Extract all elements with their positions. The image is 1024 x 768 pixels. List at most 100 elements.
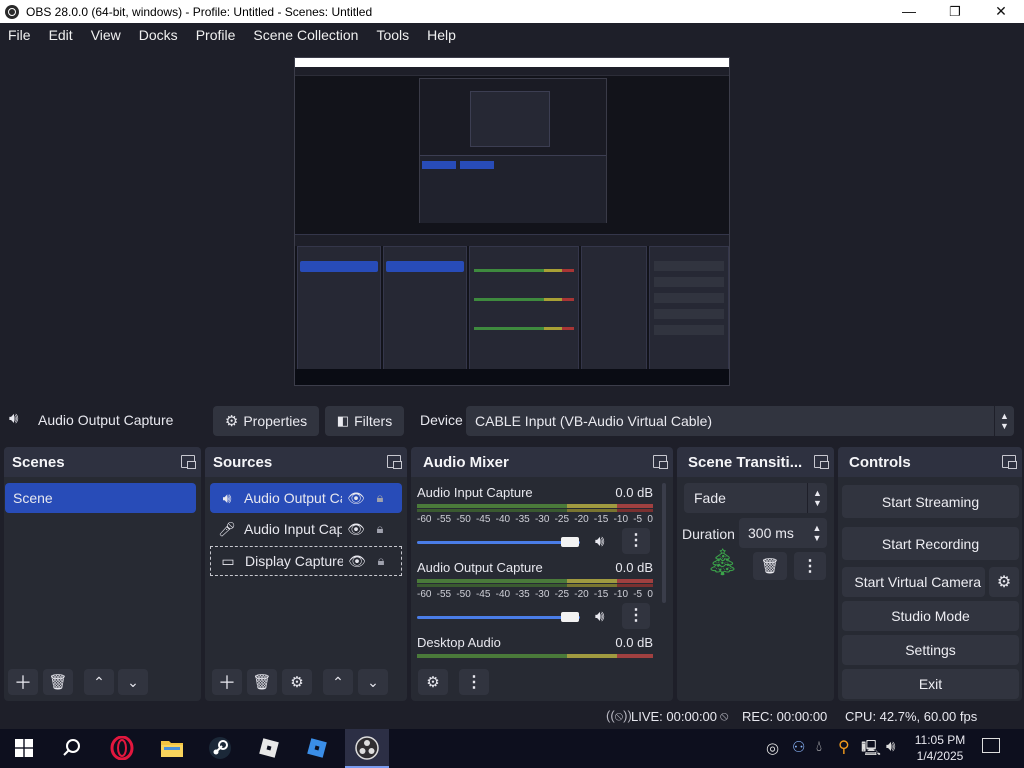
filter-icon: ◧: [336, 413, 350, 428]
minimize-button[interactable]: —: [886, 0, 932, 23]
filters-button[interactable]: ◧ Filters: [325, 406, 404, 436]
selected-source-name: Audio Output Capture: [38, 412, 174, 428]
move-up-icon[interactable]: ⌃: [84, 669, 114, 695]
mixer-settings-button[interactable]: ⚙: [418, 669, 448, 695]
windows-start-icon[interactable]: [9, 733, 39, 763]
mixer-scrollbar[interactable]: [662, 483, 666, 603]
mixer-channel: Desktop Audio 0.0 dB -60-55-50-45-40-35-…: [417, 635, 657, 665]
studio-mode-button[interactable]: Studio Mode: [842, 601, 1019, 631]
maximize-button[interactable]: ❐: [932, 0, 978, 23]
menu-profile[interactable]: Profile: [196, 27, 236, 43]
monitor-icon: ▭: [221, 552, 235, 569]
eye-icon[interactable]: 👁︎: [346, 521, 366, 538]
gear-icon: ⚙: [224, 413, 239, 430]
start-recording-button[interactable]: Start Recording: [842, 527, 1019, 560]
duration-spinbox[interactable]: 300 ms ▲ ▼: [739, 518, 827, 548]
remove-source-button[interactable]: 🗑︎: [247, 669, 277, 695]
add-source-button[interactable]: ＋: [212, 669, 242, 695]
undock-icon[interactable]: [181, 455, 196, 469]
exit-button[interactable]: Exit: [842, 669, 1019, 699]
obs-tray-icon[interactable]: ◎: [766, 739, 779, 757]
obs-taskbar-icon[interactable]: [345, 729, 389, 768]
properties-label: Properties: [243, 413, 308, 429]
speaker-icon[interactable]: 🔊︎: [595, 533, 604, 550]
window-title: OBS 28.0.0 (64-bit, windows) - Profile: …: [26, 4, 373, 19]
lock-icon[interactable]: 🔒︎: [370, 521, 390, 537]
menu-scene-collection[interactable]: Scene Collection: [253, 27, 358, 43]
search-tray-icon[interactable]: ⚲: [838, 737, 850, 757]
source-item-label: Audio Input Cap: [244, 521, 342, 537]
scenes-title: Scenes: [12, 453, 65, 471]
preview-area: [0, 47, 1024, 400]
menu-file[interactable]: File: [8, 27, 31, 43]
source-item-label: Audio Output Ca: [244, 490, 342, 506]
menu-help[interactable]: Help: [427, 27, 456, 43]
source-properties-button[interactable]: ⚙: [282, 669, 312, 695]
menu-docks[interactable]: Docks: [139, 27, 178, 43]
eye-icon[interactable]: 👁︎: [347, 553, 367, 570]
roblox-studio-icon[interactable]: [302, 733, 332, 763]
notification-icon[interactable]: [982, 738, 1000, 753]
settings-button[interactable]: Settings: [842, 635, 1019, 665]
volume-slider-track[interactable]: [417, 541, 580, 544]
steam-icon[interactable]: [205, 733, 235, 763]
preview-canvas[interactable]: [294, 57, 730, 386]
close-button[interactable]: ✕: [978, 0, 1024, 23]
channel-db: 0.0 dB: [615, 635, 653, 650]
volume-icon[interactable]: 🔊︎: [886, 738, 895, 755]
move-down-icon[interactable]: ⌄: [118, 669, 148, 695]
volume-slider-track[interactable]: [417, 616, 580, 619]
undock-icon[interactable]: [1002, 455, 1017, 469]
speaker-icon: 🔊︎: [222, 489, 232, 506]
add-scene-button[interactable]: ＋: [8, 669, 38, 695]
device-select[interactable]: CABLE Input (VB-Audio Virtual Cable) ▲ ▼: [466, 406, 1014, 436]
transition-menu-button[interactable]: ⋮: [794, 552, 826, 580]
mixer-title: Audio Mixer: [423, 453, 509, 471]
filters-label: Filters: [354, 413, 393, 429]
mixer-menu-button[interactable]: ⋮: [459, 669, 489, 695]
speaker-icon[interactable]: 🔊︎: [595, 608, 604, 625]
menu-edit[interactable]: Edit: [49, 27, 73, 43]
duration-value: 300 ms: [748, 525, 794, 541]
volume-slider-handle[interactable]: [561, 612, 579, 622]
remove-transition-button[interactable]: 🗑︎: [753, 552, 787, 580]
roblox-icon[interactable]: [254, 733, 284, 763]
lock-icon[interactable]: 🔒︎: [370, 490, 390, 506]
virtual-camera-settings-icon[interactable]: ⚙: [989, 567, 1019, 597]
undock-icon[interactable]: [814, 455, 829, 469]
start-virtual-camera-button[interactable]: Start Virtual Camera: [842, 567, 985, 597]
eye-icon[interactable]: 👁︎: [346, 490, 366, 507]
source-item[interactable]: ▭ Display Capture 👁︎ 🔒︎: [210, 546, 402, 576]
clock[interactable]: 11:05 PM 1/4/2025: [912, 732, 968, 764]
menu-view[interactable]: View: [91, 27, 121, 43]
lock-icon[interactable]: 🔒︎: [371, 553, 391, 569]
channel-menu-button[interactable]: ⋮: [622, 603, 650, 629]
source-item[interactable]: 🎤︎ Audio Input Cap 👁︎ 🔒︎: [210, 514, 402, 544]
file-explorer-icon[interactable]: [157, 733, 187, 763]
transition-select[interactable]: Fade ▲ ▼: [684, 483, 827, 513]
scene-item[interactable]: Scene: [5, 483, 196, 513]
source-item-label: Display Capture: [245, 553, 343, 569]
opera-gx-icon[interactable]: [107, 733, 137, 763]
properties-button[interactable]: ⚙ Properties: [213, 406, 319, 436]
network-icon[interactable]: 🖳︎: [861, 738, 881, 763]
move-down-icon[interactable]: ⌄: [358, 669, 388, 695]
taskbar: ◎ ⚇ 💧︎ ⚲ 🖳︎ 🔊︎ 11:05 PM 1/4/2025: [0, 729, 1024, 768]
menu-tools[interactable]: Tools: [376, 27, 409, 43]
people-tray-icon[interactable]: ⚇: [792, 738, 805, 756]
preview-mini-titlebar: [295, 58, 729, 67]
drop-tray-icon[interactable]: 💧︎: [816, 738, 822, 755]
source-item[interactable]: 🔊︎ Audio Output Ca 👁︎ 🔒︎: [210, 483, 402, 513]
volume-slider-handle[interactable]: [561, 537, 579, 547]
menu-bar: File Edit View Docks Profile Scene Colle…: [0, 23, 1024, 47]
start-streaming-button[interactable]: Start Streaming: [842, 485, 1019, 518]
remove-scene-button[interactable]: 🗑︎: [43, 669, 73, 695]
undock-icon[interactable]: [653, 455, 668, 469]
record-status-icon: ⦸: [720, 708, 729, 723]
controls-title: Controls: [849, 453, 911, 471]
meter-scale: -60-55-50-45-40-35-30-25-20-15-10-50: [417, 589, 653, 600]
undock-icon[interactable]: [387, 455, 402, 469]
move-up-icon[interactable]: ⌃: [323, 669, 353, 695]
search-icon[interactable]: [57, 733, 87, 763]
channel-menu-button[interactable]: ⋮: [622, 528, 650, 554]
